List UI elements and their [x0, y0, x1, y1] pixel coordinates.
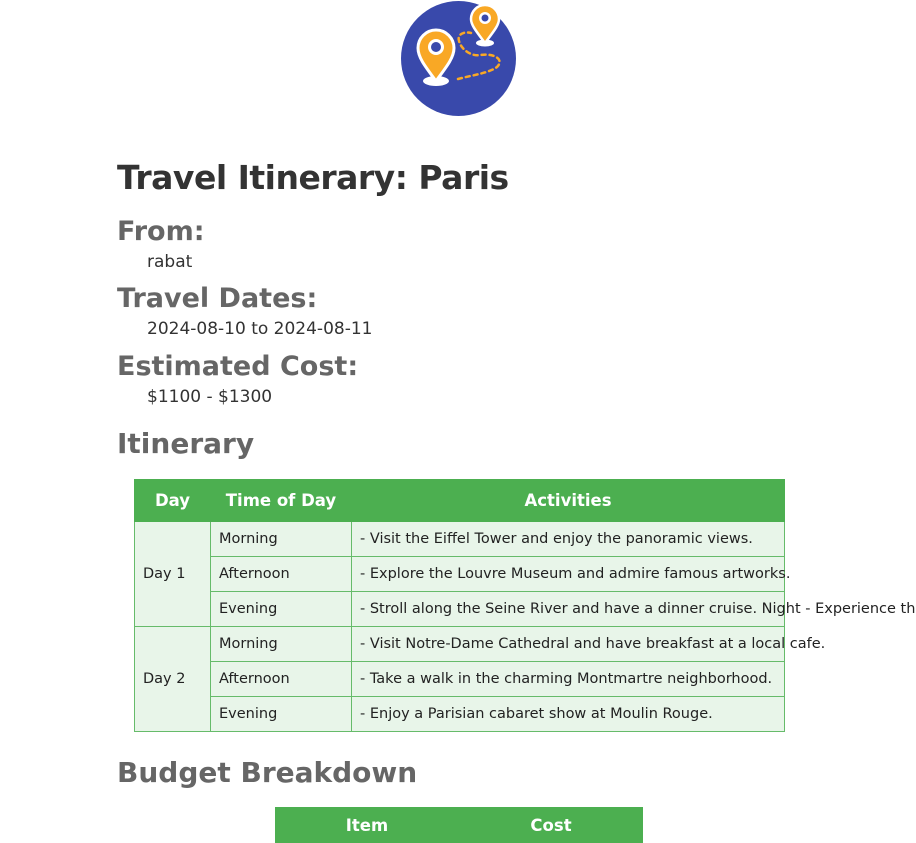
time-cell: Evening — [210, 591, 352, 627]
time-cell: Evening — [210, 696, 352, 732]
table-row: Evening - Enjoy a Parisian cabaret show … — [135, 696, 785, 732]
budget-header-row: Item Cost — [275, 807, 643, 843]
column-header-day: Day — [134, 479, 211, 522]
page-title: Travel Itinerary: Paris — [117, 158, 509, 197]
itinerary-header-row: Day Time of Day Activities — [134, 479, 785, 522]
estimated-cost-value: $1100 - $1300 — [147, 387, 273, 407]
activity-cell: - Take a walk in the charming Montmartre… — [351, 661, 785, 697]
time-cell: Morning — [210, 521, 352, 557]
itinerary-table: Day Time of Day Activities Day 1 Morning… — [134, 479, 915, 732]
column-header-cost: Cost — [459, 807, 643, 843]
budget-table: Item Cost — [275, 807, 643, 843]
map-route-pins-icon — [401, 1, 516, 116]
activity-cell: - Stroll along the Seine River and have … — [351, 591, 915, 627]
time-cell: Morning — [210, 626, 352, 662]
itinerary-heading: Itinerary — [117, 427, 255, 460]
budget-heading: Budget Breakdown — [117, 756, 418, 789]
day-cell: Day 2 — [134, 626, 211, 732]
table-row: Day 2 Morning - Visit Notre-Dame Cathedr… — [134, 626, 825, 732]
day-cell: Day 1 — [134, 521, 211, 627]
travel-dates-label: Travel Dates: — [117, 283, 318, 314]
from-label: From: — [117, 216, 205, 247]
itinerary-page: Travel Itinerary: Paris From: rabat Trav… — [0, 0, 916, 843]
column-header-time: Time of Day — [210, 479, 352, 522]
time-cell: Afternoon — [210, 661, 352, 697]
activity-cell: - Enjoy a Parisian cabaret show at Mouli… — [351, 696, 785, 732]
travel-dates-value: 2024-08-10 to 2024-08-11 — [147, 319, 373, 339]
activity-cell: - Visit Notre-Dame Cathedral and have br… — [351, 626, 825, 662]
time-cell: Afternoon — [210, 556, 352, 592]
table-row: Day 1 Morning - Visit the Eiffel Tower a… — [134, 521, 785, 627]
column-header-activities: Activities — [351, 479, 785, 522]
table-row: Afternoon - Take a walk in the charming … — [135, 661, 785, 697]
table-row: Afternoon - Explore the Louvre Museum an… — [135, 556, 790, 592]
from-value: rabat — [147, 252, 193, 272]
activity-cell: - Visit the Eiffel Tower and enjoy the p… — [351, 521, 785, 557]
estimated-cost-label: Estimated Cost: — [117, 351, 359, 382]
table-row: Evening - Stroll along the Seine River a… — [135, 591, 915, 627]
activity-cell: - Explore the Louvre Museum and admire f… — [351, 556, 790, 592]
column-header-item: Item — [275, 807, 459, 843]
